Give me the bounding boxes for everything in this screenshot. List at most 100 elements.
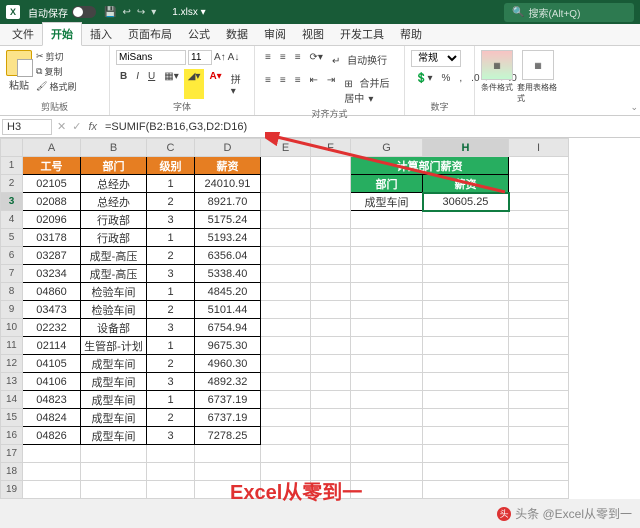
cell-H8[interactable] bbox=[423, 283, 509, 301]
cell-D8[interactable]: 4845.20 bbox=[195, 283, 261, 301]
cell-A18[interactable] bbox=[23, 463, 81, 481]
fill-color-button[interactable]: ◢▾ bbox=[184, 69, 205, 99]
cell-I4[interactable] bbox=[509, 211, 569, 229]
cell-H16[interactable] bbox=[423, 427, 509, 445]
cell-F9[interactable] bbox=[311, 301, 351, 319]
cell-A17[interactable] bbox=[23, 445, 81, 463]
cell-C19[interactable] bbox=[147, 481, 195, 499]
cell-A5[interactable]: 03178 bbox=[23, 229, 81, 247]
row-header-9[interactable]: 9 bbox=[1, 301, 23, 319]
cell-I10[interactable] bbox=[509, 319, 569, 337]
cell-H13[interactable] bbox=[423, 373, 509, 391]
file-name[interactable]: 1.xlsx ▾ bbox=[172, 7, 205, 18]
indent-right-icon[interactable]: ⇥ bbox=[323, 73, 339, 107]
cell-I1[interactable] bbox=[509, 157, 569, 175]
cell-H11[interactable] bbox=[423, 337, 509, 355]
row-header-11[interactable]: 11 bbox=[1, 337, 23, 355]
cell-C6[interactable]: 2 bbox=[147, 247, 195, 265]
cell-I7[interactable] bbox=[509, 265, 569, 283]
cell-B8[interactable]: 检验车间 bbox=[81, 283, 147, 301]
fx-icon[interactable]: fx bbox=[84, 121, 101, 133]
tab-开发工具[interactable]: 开发工具 bbox=[332, 23, 392, 45]
row-header-10[interactable]: 10 bbox=[1, 319, 23, 337]
cell-G11[interactable] bbox=[351, 337, 423, 355]
save-icon[interactable]: 💾 bbox=[104, 7, 116, 18]
row-header-18[interactable]: 18 bbox=[1, 463, 23, 481]
cell-D12[interactable]: 4960.30 bbox=[195, 355, 261, 373]
cell-H15[interactable] bbox=[423, 409, 509, 427]
cell-C16[interactable]: 3 bbox=[147, 427, 195, 445]
cell-D16[interactable]: 7278.25 bbox=[195, 427, 261, 445]
cell-G17[interactable] bbox=[351, 445, 423, 463]
merge-center-button[interactable]: ⊞ 合并后居中▾ bbox=[340, 73, 398, 107]
cell-A12[interactable]: 04105 bbox=[23, 355, 81, 373]
table-format-button[interactable]: ▦ 套用表格格式 bbox=[517, 50, 559, 104]
cell-G9[interactable] bbox=[351, 301, 423, 319]
cell-A10[interactable]: 02232 bbox=[23, 319, 81, 337]
cell-E6[interactable] bbox=[261, 247, 311, 265]
spreadsheet-grid[interactable]: ABCDEFGHI1工号部门级别薪资计算部门薪资202105总经办124010.… bbox=[0, 138, 640, 499]
cell-B7[interactable]: 成型-高压 bbox=[81, 265, 147, 283]
col-header-D[interactable]: D bbox=[195, 139, 261, 157]
wrap-text-button[interactable]: ↵ 自动换行 bbox=[328, 50, 395, 69]
cell-E14[interactable] bbox=[261, 391, 311, 409]
name-box[interactable]: H3 bbox=[2, 119, 52, 135]
cell-B10[interactable]: 设备部 bbox=[81, 319, 147, 337]
autosave-toggle[interactable]: 自动保存 bbox=[28, 5, 96, 20]
cell-E10[interactable] bbox=[261, 319, 311, 337]
cell-B17[interactable] bbox=[81, 445, 147, 463]
cell-I17[interactable] bbox=[509, 445, 569, 463]
col-header-E[interactable]: E bbox=[261, 139, 311, 157]
cell-A11[interactable]: 02114 bbox=[23, 337, 81, 355]
cell-F1[interactable] bbox=[311, 157, 351, 175]
cell-A6[interactable]: 03287 bbox=[23, 247, 81, 265]
orientation-icon[interactable]: ⟳▾ bbox=[306, 50, 327, 69]
cell-A13[interactable]: 04106 bbox=[23, 373, 81, 391]
tab-文件[interactable]: 文件 bbox=[4, 23, 42, 45]
cell-F17[interactable] bbox=[311, 445, 351, 463]
cell-G5[interactable] bbox=[351, 229, 423, 247]
cell-H10[interactable] bbox=[423, 319, 509, 337]
align-middle-icon[interactable]: ≡ bbox=[276, 50, 290, 69]
cell-I2[interactable] bbox=[509, 175, 569, 193]
underline-button[interactable]: U bbox=[144, 69, 159, 99]
cell-C1[interactable]: 级别 bbox=[147, 157, 195, 175]
col-header-G[interactable]: G bbox=[351, 139, 423, 157]
phonetic-button[interactable]: 拼▾ bbox=[227, 69, 248, 99]
cell-C18[interactable] bbox=[147, 463, 195, 481]
cell-C15[interactable]: 2 bbox=[147, 409, 195, 427]
cancel-formula-icon[interactable]: ✕ bbox=[54, 120, 69, 133]
cell-G8[interactable] bbox=[351, 283, 423, 301]
cell-G7[interactable] bbox=[351, 265, 423, 283]
cell-H7[interactable] bbox=[423, 265, 509, 283]
cell-F3[interactable] bbox=[311, 193, 351, 211]
cell-A8[interactable]: 04860 bbox=[23, 283, 81, 301]
cell-D15[interactable]: 6737.19 bbox=[195, 409, 261, 427]
cell-F5[interactable] bbox=[311, 229, 351, 247]
align-bottom-icon[interactable]: ≡ bbox=[291, 50, 305, 69]
cell-G4[interactable] bbox=[351, 211, 423, 229]
cell-E12[interactable] bbox=[261, 355, 311, 373]
cell-E5[interactable] bbox=[261, 229, 311, 247]
cell-C3[interactable]: 2 bbox=[147, 193, 195, 211]
cell-H18[interactable] bbox=[423, 463, 509, 481]
cell-G1[interactable]: 计算部门薪资 bbox=[351, 157, 509, 175]
cell-E1[interactable] bbox=[261, 157, 311, 175]
cell-C10[interactable]: 3 bbox=[147, 319, 195, 337]
tab-页面布局[interactable]: 页面布局 bbox=[120, 23, 180, 45]
cell-H5[interactable] bbox=[423, 229, 509, 247]
cell-B9[interactable]: 检验车间 bbox=[81, 301, 147, 319]
accept-formula-icon[interactable]: ✓ bbox=[69, 120, 84, 133]
cell-G10[interactable] bbox=[351, 319, 423, 337]
bold-button[interactable]: B bbox=[116, 69, 131, 99]
cell-F12[interactable] bbox=[311, 355, 351, 373]
cell-H6[interactable] bbox=[423, 247, 509, 265]
cell-B1[interactable]: 部门 bbox=[81, 157, 147, 175]
cell-E3[interactable] bbox=[261, 193, 311, 211]
cell-E17[interactable] bbox=[261, 445, 311, 463]
border-button[interactable]: ▦▾ bbox=[160, 69, 182, 99]
cell-G14[interactable] bbox=[351, 391, 423, 409]
comma-icon[interactable]: , bbox=[455, 71, 466, 86]
cell-E11[interactable] bbox=[261, 337, 311, 355]
row-header-15[interactable]: 15 bbox=[1, 409, 23, 427]
